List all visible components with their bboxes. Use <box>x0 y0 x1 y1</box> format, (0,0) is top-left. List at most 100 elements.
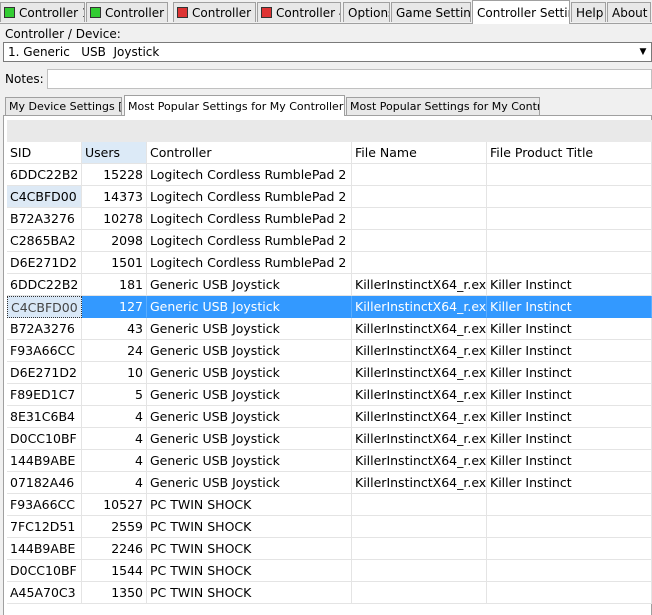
grid-cell[interactable]: F93A66CC <box>7 494 82 516</box>
grid-cell[interactable]: 6DDC22B2 <box>7 164 82 186</box>
tab-help[interactable]: Help <box>571 2 606 22</box>
grid-cell[interactable]: 24 <box>82 340 147 362</box>
grid-cell[interactable] <box>487 538 652 560</box>
table-row[interactable]: F89ED1C7 5 Generic USB Joystick KillerInsti… <box>7 384 652 406</box>
grid-cell[interactable]: F93A66CC <box>7 340 82 362</box>
grid-cell[interactable]: A45A70C3 <box>7 582 82 604</box>
grid-cell[interactable] <box>487 582 652 604</box>
grid-cell[interactable]: Generic USB Joystick <box>147 406 352 428</box>
grid-cell[interactable]: Logitech Cordless RumblePad 2 <box>147 186 352 208</box>
grid-cell[interactable]: 181 <box>82 274 147 296</box>
tab-controller-2[interactable]: Controller 2 <box>86 2 168 22</box>
grid-cell[interactable]: 2559 <box>82 516 147 538</box>
grid-cell[interactable]: KillerInstinctX64_r.exe <box>352 274 487 296</box>
grid-cell[interactable]: KillerInstinctX64_r.exe <box>352 318 487 340</box>
column-header-users[interactable]: Users <box>82 142 147 164</box>
grid-cell[interactable]: Generic USB Joystick <box>147 318 352 340</box>
grid-cell[interactable] <box>352 494 487 516</box>
grid-cell[interactable]: 1501 <box>82 252 147 274</box>
column-header-file-name[interactable]: File Name <box>352 142 487 164</box>
grid-cell[interactable]: F89ED1C7 <box>7 384 82 406</box>
grid-cell[interactable]: 4 <box>82 406 147 428</box>
grid-cell[interactable] <box>487 230 652 252</box>
grid-cell[interactable]: Generic USB Joystick <box>147 384 352 406</box>
grid-cell[interactable]: 15228 <box>82 164 147 186</box>
grid-cell[interactable]: Killer Instinct <box>487 296 652 318</box>
grid-cell[interactable]: 144B9ABE <box>7 450 82 472</box>
grid-cell[interactable]: Killer Instinct <box>487 274 652 296</box>
grid-cell[interactable]: KillerInstinctX64_r.exe <box>352 362 487 384</box>
table-row[interactable]: D0CC10BF 1544 PC TWIN SHOCK <box>7 560 652 582</box>
tab-controller-settings[interactable]: Controller Settings <box>472 0 570 24</box>
grid-cell[interactable] <box>487 186 652 208</box>
grid-cell[interactable]: Killer Instinct <box>487 362 652 384</box>
table-row[interactable]: B72A3276 10278 Logitech Cordless RumblePad… <box>7 208 652 230</box>
grid-cell[interactable] <box>352 164 487 186</box>
grid-cell[interactable] <box>487 516 652 538</box>
column-header-sid[interactable]: SID <box>7 142 82 164</box>
grid-cell[interactable]: Generic USB Joystick <box>147 450 352 472</box>
grid-cell[interactable]: PC TWIN SHOCK <box>147 516 352 538</box>
grid-cell[interactable]: 07182A46 <box>7 472 82 494</box>
grid-cell[interactable]: 43 <box>82 318 147 340</box>
grid-cell[interactable]: 4 <box>82 450 147 472</box>
table-row[interactable]: D6E271D2 1501 Logitech Cordless RumblePad … <box>7 252 652 274</box>
device-select[interactable]: 1. Generic USB Joystick ▼ <box>3 42 652 62</box>
grid-cell[interactable]: KillerInstinctX64_r.exe <box>352 296 487 318</box>
table-row[interactable]: F93A66CC 10527 PC TWIN SHOCK <box>7 494 652 516</box>
grid-cell[interactable]: 8E31C6B4 <box>7 406 82 428</box>
grid-cell[interactable]: PC TWIN SHOCK <box>147 560 352 582</box>
table-row[interactable]: D6E271D2 10 Generic USB Joystick KillerInst… <box>7 362 652 384</box>
grid-cell[interactable]: 6DDC22B2 <box>7 274 82 296</box>
chevron-down-icon[interactable]: ▼ <box>635 47 651 57</box>
grid-cell[interactable]: 2246 <box>82 538 147 560</box>
grid-cell[interactable]: KillerInstinctX64_r.exe <box>352 406 487 428</box>
grid-cell[interactable]: 7FC12D51 <box>7 516 82 538</box>
grid-cell[interactable]: Generic USB Joystick <box>147 362 352 384</box>
grid-cell[interactable]: 14373 <box>82 186 147 208</box>
grid-cell[interactable]: Logitech Cordless RumblePad 2 <box>147 230 352 252</box>
table-row[interactable]: 144B9ABE 2246 PC TWIN SHOCK <box>7 538 652 560</box>
tab-options[interactable]: Options <box>343 2 390 22</box>
table-row[interactable]: C4CBFD00 14373 Logitech Cordless RumblePad… <box>7 186 652 208</box>
table-row[interactable]: 8E31C6B4 4 Generic USB Joystick KillerInsti… <box>7 406 652 428</box>
grid-cell[interactable]: KillerInstinctX64_r.exe <box>352 428 487 450</box>
grid-cell[interactable] <box>487 164 652 186</box>
grid-cell[interactable]: B72A3276 <box>7 318 82 340</box>
grid-cell[interactable]: Killer Instinct <box>487 406 652 428</box>
grid-cell[interactable]: B72A3276 <box>7 208 82 230</box>
table-row[interactable]: C4CBFD00 127 Generic USB Joystick KillerIns… <box>7 296 652 318</box>
grid-cell[interactable] <box>487 560 652 582</box>
table-row[interactable]: 6DDC22B2 181 Generic USB Joystick KillerIns… <box>7 274 652 296</box>
grid-cell[interactable]: D0CC10BF <box>7 428 82 450</box>
grid-cell[interactable]: 4 <box>82 428 147 450</box>
table-row[interactable]: 6DDC22B2 15228 Logitech Cordless RumblePad… <box>7 164 652 186</box>
table-row[interactable]: A45A70C3 1350 PC TWIN SHOCK <box>7 582 652 604</box>
grid-cell[interactable]: D6E271D2 <box>7 362 82 384</box>
column-header-controller[interactable]: Controller <box>147 142 352 164</box>
grid-cell[interactable]: KillerInstinctX64_r.exe <box>352 450 487 472</box>
grid-cell[interactable]: 1350 <box>82 582 147 604</box>
table-row[interactable]: 144B9ABE 4 Generic USB Joystick KillerInsti… <box>7 450 652 472</box>
table-row[interactable]: 07182A46 4 Generic USB Joystick KillerInsti… <box>7 472 652 494</box>
grid-cell[interactable]: 1544 <box>82 560 147 582</box>
grid-cell[interactable]: 10278 <box>82 208 147 230</box>
grid-cell[interactable] <box>352 560 487 582</box>
grid-cell[interactable]: KillerInstinctX64_r.exe <box>352 472 487 494</box>
grid-cell[interactable]: Generic USB Joystick <box>147 274 352 296</box>
tab-about[interactable]: About <box>607 2 651 22</box>
table-row[interactable]: B72A3276 43 Generic USB Joystick KillerInst… <box>7 318 652 340</box>
grid-cell[interactable]: Killer Instinct <box>487 472 652 494</box>
grid-cell[interactable] <box>352 208 487 230</box>
grid-cell[interactable] <box>487 494 652 516</box>
grid-cell[interactable]: C4CBFD00 <box>7 186 82 208</box>
tab-controller-3[interactable]: Controller 3 <box>173 2 256 22</box>
grid-cell[interactable]: Killer Instinct <box>487 384 652 406</box>
table-row[interactable]: F93A66CC 24 Generic USB Joystick KillerInst… <box>7 340 652 362</box>
grid-cell[interactable]: 127 <box>82 296 147 318</box>
grid-cell[interactable] <box>487 252 652 274</box>
grid-cell[interactable]: Killer Instinct <box>487 318 652 340</box>
grid-cell[interactable] <box>352 582 487 604</box>
grid-cell[interactable] <box>352 516 487 538</box>
tab-controller-1[interactable]: Controller 1 <box>0 2 85 22</box>
